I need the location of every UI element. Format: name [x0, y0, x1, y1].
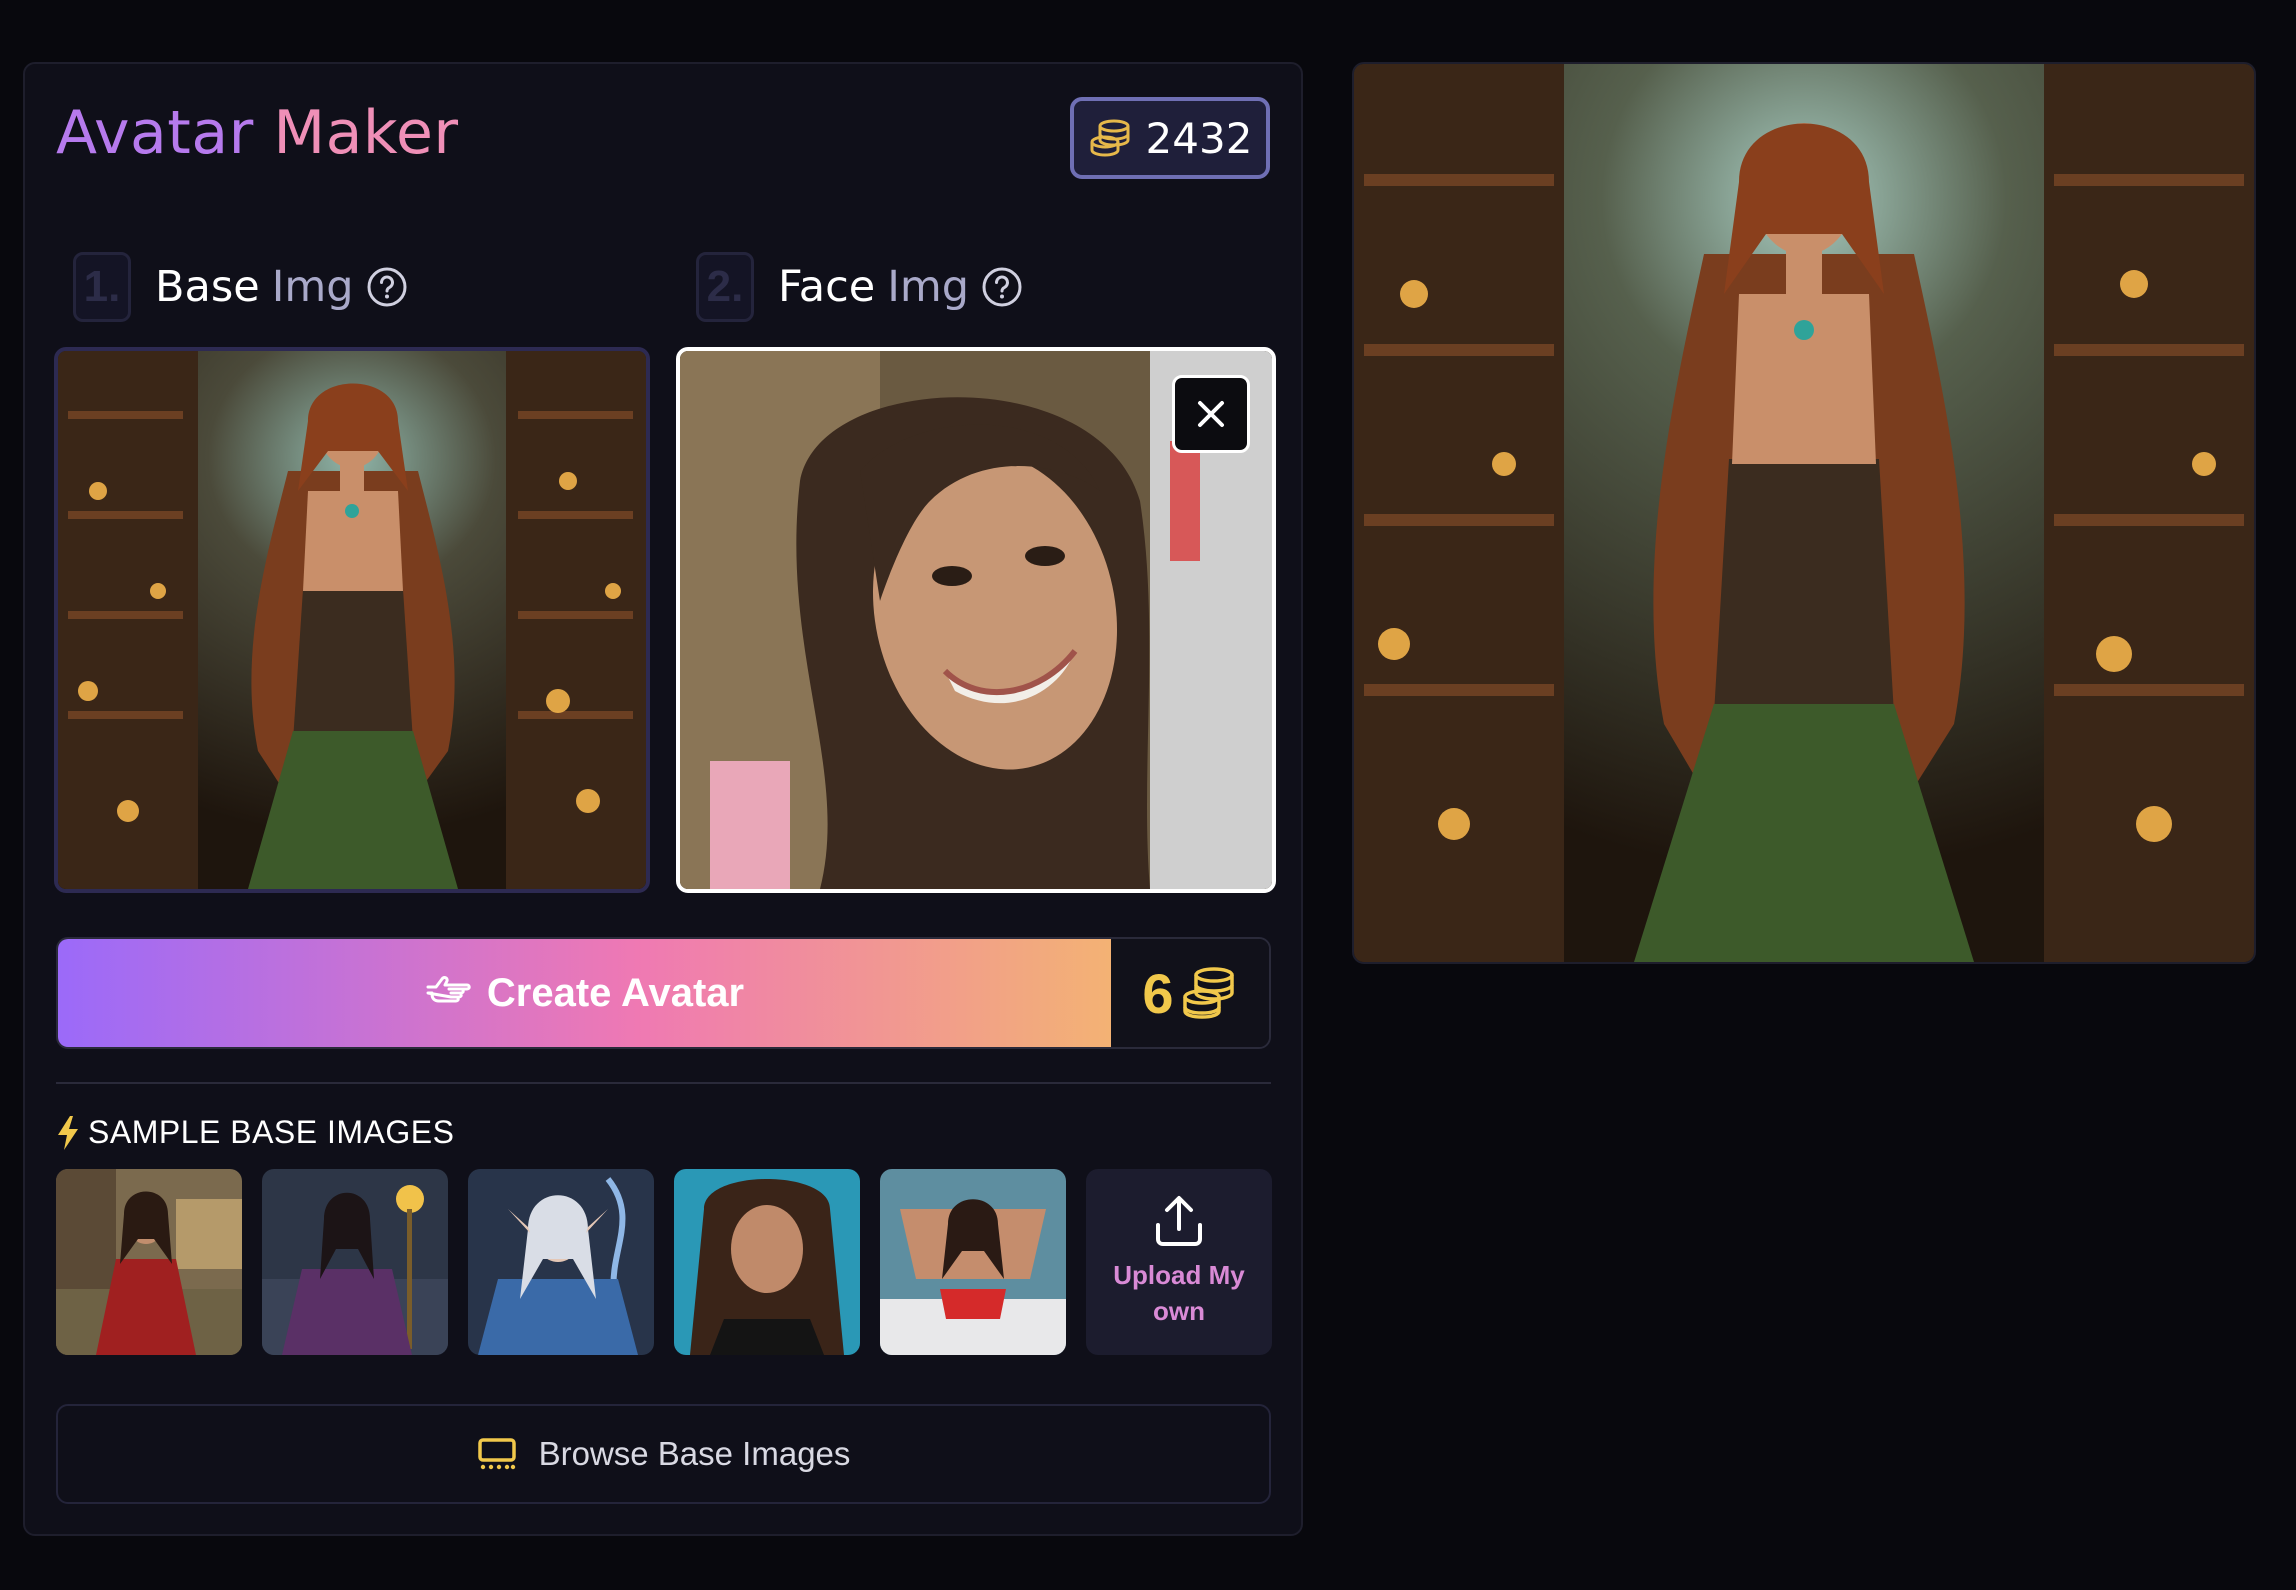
divider — [56, 1082, 1271, 1084]
base-image-slot[interactable] — [54, 347, 650, 893]
close-icon — [1194, 397, 1228, 431]
sample-thumbnail[interactable] — [262, 1169, 448, 1355]
step-number: 2. — [696, 252, 754, 322]
upload-icon — [1154, 1195, 1204, 1247]
coins-icon — [1180, 965, 1238, 1021]
sample-title-text: SAMPLE BASE IMAGES — [88, 1114, 455, 1150]
help-icon[interactable] — [981, 266, 1023, 308]
step-number: 1. — [73, 252, 131, 322]
sample-thumbnail[interactable] — [468, 1169, 654, 1355]
step-label-suffix: Img — [271, 262, 354, 312]
step-label: Face — [778, 262, 876, 312]
sample-thumbnail[interactable] — [56, 1169, 242, 1355]
coins-icon — [1088, 118, 1132, 158]
sample-thumbnail[interactable] — [674, 1169, 860, 1355]
create-cost: 6 — [1111, 939, 1269, 1047]
pointing-hand-icon — [425, 973, 473, 1013]
create-avatar-row: Create Avatar 6 — [56, 937, 1271, 1049]
create-avatar-button[interactable]: Create Avatar — [58, 939, 1111, 1047]
sample-thumbnail[interactable] — [880, 1169, 1066, 1355]
bolt-icon — [56, 1115, 80, 1151]
base-image — [58, 351, 646, 889]
sample-thumbnails: Upload My own — [56, 1169, 1272, 1355]
coin-balance-badge[interactable]: 2432 — [1070, 97, 1270, 179]
browse-base-images-button[interactable]: Browse Base Images — [56, 1404, 1271, 1504]
step-face-img: 2. Face Img — [696, 250, 1023, 324]
step-label-suffix: Img — [887, 262, 970, 312]
title-word-maker: Maker — [273, 98, 459, 168]
sample-section-title: SAMPLE BASE IMAGES — [56, 1114, 454, 1151]
coin-balance-value: 2432 — [1145, 113, 1253, 163]
create-avatar-label: Create Avatar — [486, 970, 745, 1015]
result-image — [1354, 64, 2254, 962]
page-title: Avatar Maker — [56, 98, 459, 168]
browse-icon — [477, 1437, 517, 1471]
browse-label: Browse Base Images — [538, 1435, 851, 1472]
result-avatar-image[interactable] — [1352, 62, 2256, 964]
title-word-avatar: Avatar — [56, 98, 254, 168]
upload-label: Upload My own — [1113, 1260, 1245, 1326]
help-icon[interactable] — [366, 266, 408, 308]
create-cost-value: 6 — [1142, 961, 1174, 1025]
upload-my-own-button[interactable]: Upload My own — [1086, 1169, 1272, 1355]
step-label: Base — [155, 262, 260, 312]
step-base-img: 1. Base Img — [73, 250, 408, 324]
face-image-slot[interactable] — [676, 347, 1276, 893]
remove-face-button[interactable] — [1172, 375, 1250, 453]
